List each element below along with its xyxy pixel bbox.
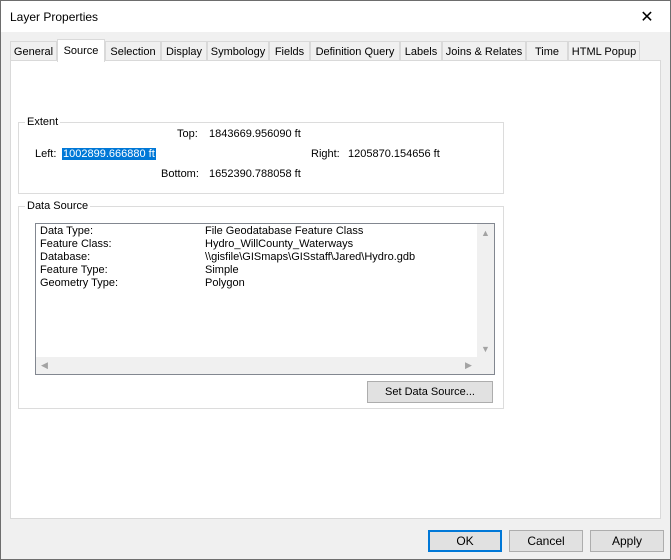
tab-fields[interactable]: Fields bbox=[269, 41, 310, 61]
tab-source[interactable]: Source bbox=[57, 39, 105, 62]
scroll-down-icon[interactable]: ▼ bbox=[477, 340, 494, 357]
apply-button[interactable]: Apply bbox=[590, 530, 664, 552]
window-title: Layer Properties bbox=[10, 10, 99, 24]
vertical-scrollbar[interactable]: ▲ ▼ bbox=[477, 224, 494, 357]
tab-selection[interactable]: Selection bbox=[105, 41, 161, 61]
extent-left-value[interactable]: 1002899.666880 ft bbox=[62, 148, 156, 160]
tab-label: HTML Popup bbox=[571, 45, 637, 58]
geometry-type-value: Polygon bbox=[205, 277, 245, 289]
scrollbar-corner bbox=[477, 357, 494, 374]
tab-label: Source bbox=[63, 45, 99, 57]
extent-group-label: Extent bbox=[25, 116, 61, 128]
tab-label: Display bbox=[165, 45, 203, 58]
extent-group: Extent Top: 1843669.956090 ft Left: 1002… bbox=[18, 116, 504, 194]
geometry-type-label: Geometry Type: bbox=[40, 277, 119, 289]
extent-bottom-value[interactable]: 1652390.788058 ft bbox=[209, 168, 301, 180]
horizontal-scrollbar[interactable]: ◀ ▶ bbox=[36, 357, 477, 374]
source-tab-panel: Extent Top: 1843669.956090 ft Left: 1002… bbox=[10, 60, 661, 519]
scroll-left-icon[interactable]: ◀ bbox=[36, 357, 53, 374]
tab-definition-query[interactable]: Definition Query bbox=[310, 41, 400, 61]
tab-label: Symbology bbox=[210, 45, 266, 58]
dialog-footer: OK Cancel Apply bbox=[1, 520, 670, 559]
tab-label: Definition Query bbox=[315, 45, 395, 58]
tab-label: Fields bbox=[274, 45, 305, 58]
database-value: \\gisfile\GISmaps\GISstaff\Jared\Hydro.g… bbox=[205, 251, 416, 263]
tab-label: Time bbox=[534, 45, 560, 58]
database-label: Database: bbox=[40, 251, 91, 263]
feature-class-label: Feature Class: bbox=[40, 238, 112, 250]
cancel-label: Cancel bbox=[527, 534, 565, 548]
ok-button[interactable]: OK bbox=[428, 530, 502, 552]
tab-display[interactable]: Display bbox=[161, 41, 207, 61]
apply-label: Apply bbox=[611, 534, 643, 548]
tab-label: General bbox=[13, 45, 54, 58]
close-button[interactable]: ✕ bbox=[624, 1, 670, 32]
scroll-right-icon[interactable]: ▶ bbox=[460, 357, 477, 374]
scroll-up-icon[interactable]: ▲ bbox=[477, 224, 494, 241]
set-data-source-button[interactable]: Set Data Source... bbox=[367, 381, 493, 403]
cancel-button[interactable]: Cancel bbox=[509, 530, 583, 552]
tab-joins-relates[interactable]: Joins & Relates bbox=[442, 41, 526, 61]
close-icon: ✕ bbox=[640, 8, 654, 26]
data-source-group: Data Source Data Type: File Geodatabase … bbox=[18, 200, 504, 409]
extent-right-label: Right: bbox=[311, 148, 340, 160]
extent-top-label: Top: bbox=[177, 128, 198, 140]
extent-left-label: Left: bbox=[35, 148, 57, 160]
feature-type-value: Simple bbox=[205, 264, 239, 276]
data-type-label: Data Type: bbox=[40, 225, 93, 237]
data-type-value: File Geodatabase Feature Class bbox=[205, 225, 364, 237]
extent-bottom-label: Bottom: bbox=[161, 168, 199, 180]
tab-label: Joins & Relates bbox=[445, 45, 523, 58]
tab-strip: General Source Selection Display Symbolo… bbox=[10, 39, 660, 62]
feature-class-value: Hydro_WillCounty_Waterways bbox=[205, 238, 354, 250]
tab-general[interactable]: General bbox=[10, 41, 57, 61]
extent-right-value[interactable]: 1205870.154656 ft bbox=[348, 148, 440, 160]
set-data-source-label: Set Data Source... bbox=[385, 386, 475, 398]
data-source-group-label: Data Source bbox=[25, 200, 91, 212]
ok-label: OK bbox=[456, 534, 474, 548]
tab-label: Selection bbox=[110, 45, 156, 58]
data-source-details-list[interactable]: Data Type: File Geodatabase Feature Clas… bbox=[35, 223, 495, 375]
tab-html-popup[interactable]: HTML Popup bbox=[568, 41, 640, 61]
extent-top-value[interactable]: 1843669.956090 ft bbox=[209, 128, 301, 140]
layer-properties-window: Layer Properties ✕ General Source Select… bbox=[0, 0, 671, 560]
title-bar: Layer Properties ✕ bbox=[1, 1, 670, 32]
tab-symbology[interactable]: Symbology bbox=[207, 41, 269, 61]
feature-type-label: Feature Type: bbox=[40, 264, 108, 276]
tab-label: Labels bbox=[404, 45, 438, 58]
tab-labels[interactable]: Labels bbox=[400, 41, 442, 61]
tab-time[interactable]: Time bbox=[526, 41, 568, 61]
